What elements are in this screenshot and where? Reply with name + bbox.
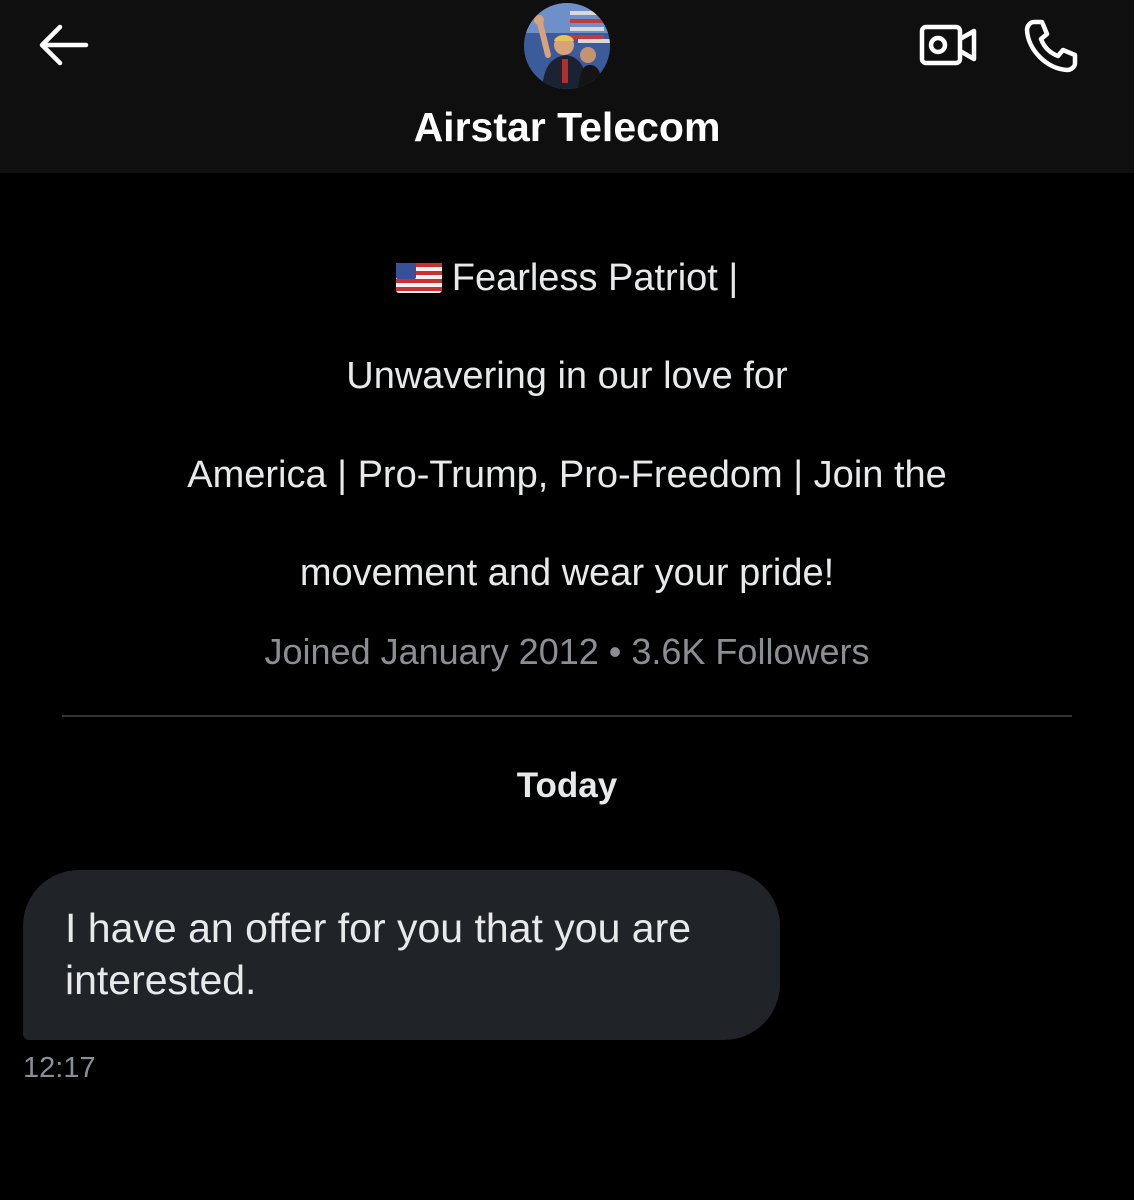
us-flag-icon: [395, 257, 442, 305]
voice-call-button[interactable]: [1020, 16, 1080, 74]
profile-bio-line-2: Unwavering in our love for: [346, 355, 788, 397]
message-bubble[interactable]: I have an offer for you that you are int…: [23, 870, 780, 1040]
profile-bio-line-4: movement and wear your pride!: [299, 552, 835, 594]
message-text: I have an offer for you that you are int…: [65, 905, 692, 1003]
avatar[interactable]: [524, 3, 610, 89]
profile-photo-icon: [524, 3, 610, 89]
day-separator: Today: [516, 766, 618, 805]
profile-bio-line-1: Fearless Patriot |: [0, 254, 1134, 305]
arrow-left-icon: [39, 24, 89, 66]
conversation-title[interactable]: Airstar Telecom: [0, 101, 1134, 153]
divider: [62, 715, 1072, 717]
conversation-header: Airstar Telecom: [0, 0, 1134, 173]
bio-text-1: Fearless Patriot |: [451, 257, 739, 299]
message-timestamp: 12:17: [23, 1052, 96, 1084]
back-button[interactable]: [34, 20, 90, 70]
profile-meta: Joined January 2012 • 3.6K Followers: [264, 631, 870, 672]
video-call-button[interactable]: [918, 20, 978, 70]
video-camera-icon: [919, 24, 977, 66]
phone-icon: [1024, 19, 1078, 73]
profile-bio-line-3: America | Pro-Trump, Pro-Freedom | Join …: [187, 454, 947, 496]
